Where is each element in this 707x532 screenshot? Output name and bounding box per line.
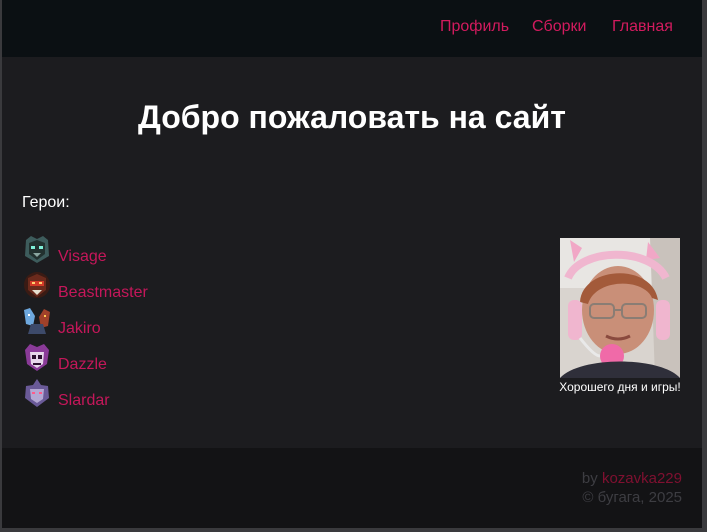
footer-copyright: © бугага, 2025 [582, 489, 682, 506]
page-frame: Профиль Сборки Главная Добро пожаловать … [2, 0, 702, 528]
page-title: Добро пожаловать на сайт [138, 99, 566, 135]
nav-link-builds[interactable]: Сборки [532, 18, 586, 36]
page-footer: by kozavka229 © бугага, 2025 [2, 448, 702, 528]
visage-icon [22, 234, 52, 264]
dazzle-icon [22, 342, 52, 372]
hero-item-visage[interactable]: Visage [22, 230, 107, 266]
nav-link-profile[interactable]: Профиль [440, 18, 509, 36]
hero-item-dazzle[interactable]: Dazzle [22, 338, 107, 374]
heroes-heading: Герои: [22, 194, 70, 211]
hero-item-jakiro[interactable]: Jakiro [22, 302, 101, 338]
footer-by-label: by [581, 470, 598, 487]
hero-link-dazzle[interactable]: Dazzle [58, 356, 107, 374]
nav-link-home[interactable]: Главная [612, 18, 673, 36]
footer-author-link[interactable]: kozavka229 [602, 470, 682, 487]
footer-author-line: by kozavka229 [582, 470, 682, 487]
hero-link-slardar[interactable]: Slardar [58, 392, 110, 410]
hero-item-beastmaster[interactable]: Beastmaster [22, 266, 148, 302]
hero-link-beastmaster[interactable]: Beastmaster [58, 284, 148, 302]
hero-link-visage[interactable]: Visage [58, 248, 107, 266]
top-navbar: Профиль Сборки Главная [2, 0, 702, 57]
beastmaster-icon [22, 270, 52, 300]
hero-link-jakiro[interactable]: Jakiro [58, 320, 101, 338]
slardar-icon [22, 378, 52, 408]
promo-caption: Хорошего дня и игры! [559, 380, 681, 394]
hero-item-slardar[interactable]: Slardar [22, 374, 110, 410]
promo-photo [560, 238, 680, 378]
jakiro-icon [22, 306, 52, 336]
